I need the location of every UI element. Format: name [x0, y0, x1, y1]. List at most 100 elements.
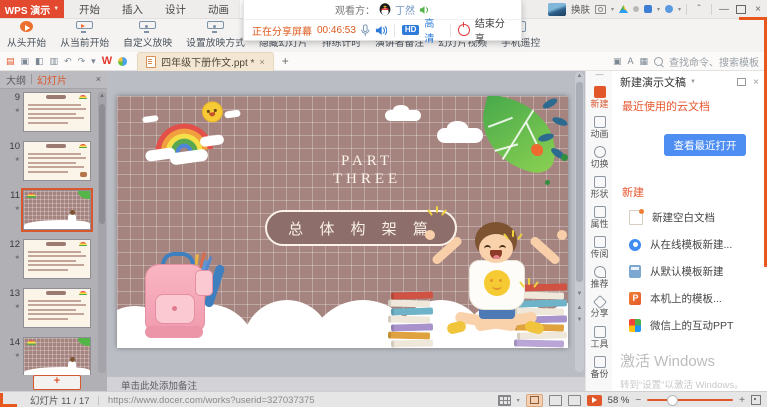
sidebar-item[interactable]: 推荐	[586, 262, 613, 292]
next-slide-icon[interactable]: ▼	[575, 316, 584, 324]
menu-icon[interactable]: ▤	[6, 57, 15, 66]
end-share-button[interactable]: 结束分享	[475, 15, 513, 45]
tab-slides[interactable]: 幻灯片	[37, 72, 67, 87]
watermark-line-1: 激活 Windows	[620, 350, 744, 371]
list-icon[interactable]: ▦	[639, 57, 648, 66]
tab-outline[interactable]: 大纲	[6, 72, 26, 87]
chevron-down-icon[interactable]: ▾	[91, 57, 96, 66]
close-icon[interactable]: ×	[753, 77, 759, 88]
layout-icon[interactable]: ▣	[613, 57, 622, 66]
new-option-item[interactable]: 从默认模板新建	[612, 258, 767, 285]
new-option-item[interactable]: 本机上的模板...	[612, 285, 767, 312]
output-icon[interactable]: ◧	[35, 57, 44, 66]
slide-thumbnail[interactable]	[23, 190, 91, 230]
hd-quality-label[interactable]: 高清	[424, 15, 443, 45]
collapse-ribbon-icon[interactable]: ˆ	[692, 4, 706, 15]
sidebar-item[interactable]: 新建	[586, 82, 613, 112]
menu-tab[interactable]: 插入	[111, 0, 154, 18]
collapse-handle[interactable]: —	[586, 70, 613, 82]
font-icon[interactable]: A	[627, 57, 633, 66]
zoom-slider[interactable]	[647, 399, 733, 401]
wps-w-icon[interactable]: W	[102, 55, 112, 67]
expand-icon[interactable]	[737, 78, 746, 86]
redo-icon[interactable]: ↷	[78, 57, 86, 66]
chevron-down-icon[interactable]: ▾	[678, 6, 681, 13]
canvas-scrollbar[interactable]: ▲ ▼ ▲ ▼	[575, 72, 584, 372]
grid-view-icon[interactable]	[498, 395, 511, 406]
sidebar-item[interactable]: 传阅	[586, 232, 613, 262]
sidebar-item[interactable]: 形状	[586, 172, 613, 202]
plugin-circle-icon[interactable]	[665, 5, 673, 13]
notes-strip[interactable]: 单击此处添加备注	[107, 376, 585, 392]
slide-thumbnail[interactable]	[23, 337, 91, 375]
sidebar-item[interactable]: 切换	[586, 142, 613, 172]
save-icon[interactable]: ▣	[21, 57, 30, 66]
slide-sorter-icon[interactable]	[549, 395, 562, 406]
new-option-item[interactable]: 从在线模板新建...	[612, 231, 767, 258]
print-icon[interactable]: ▥	[50, 57, 59, 66]
scroll-up-icon[interactable]: ▲	[575, 72, 584, 80]
sidebar-item[interactable]: 分享	[586, 292, 613, 322]
app-logo[interactable]: WPS 演示 ▼	[0, 0, 64, 18]
menu-tab[interactable]: 设计	[154, 0, 197, 18]
user-avatar[interactable]	[548, 3, 566, 16]
previous-slide-icon[interactable]: ▲	[575, 304, 584, 312]
skin-button-label[interactable]: 换肤	[571, 2, 590, 16]
zoom-in-button[interactable]: +	[739, 395, 745, 406]
plugin-dot-icon[interactable]	[633, 6, 639, 12]
zoom-slider-knob[interactable]	[667, 395, 678, 406]
current-slide[interactable]: PART THREE 总 体 构 架 篇	[117, 96, 568, 348]
slide-part-heading[interactable]: PART THREE	[307, 152, 427, 188]
scrollbar-thumb[interactable]	[576, 82, 583, 282]
close-icon[interactable]: ×	[96, 74, 101, 84]
close-tab-icon[interactable]: ×	[259, 57, 264, 67]
fit-to-window-icon[interactable]	[751, 395, 761, 405]
drive-icon[interactable]	[619, 5, 628, 13]
sidebar-item[interactable]: 备份	[586, 352, 613, 382]
scroll-up-icon[interactable]: ▲	[98, 93, 106, 99]
menu-tab[interactable]: 动画	[197, 0, 240, 18]
undo-icon[interactable]: ↶	[64, 57, 72, 66]
slides-panel-scrollbar[interactable]: ▲	[98, 92, 106, 373]
new-option-item[interactable]: 新建空白文档	[612, 204, 767, 231]
new-tab-button[interactable]: +	[282, 54, 289, 68]
ribbon-button[interactable]: 从当前开始	[53, 18, 116, 52]
restore-button[interactable]	[736, 5, 746, 14]
web-icon[interactable]	[118, 57, 127, 66]
slide-thumbnail[interactable]	[23, 239, 91, 279]
hd-badge[interactable]: HD	[402, 25, 420, 35]
camera-icon[interactable]	[595, 5, 606, 14]
sidebar-item[interactable]: 工具	[586, 322, 613, 352]
reading-view-icon[interactable]	[568, 395, 581, 406]
sidebar-item[interactable]: 属性	[586, 202, 613, 232]
new-option-item[interactable]: 微信上的互动PPT	[612, 312, 767, 339]
slide-number: 12	[9, 239, 20, 250]
speaker-icon[interactable]	[375, 25, 387, 36]
menu-tab[interactable]: 开始	[68, 0, 111, 18]
scrollbar-thumb[interactable]	[99, 104, 105, 224]
plugin-square-icon[interactable]	[644, 5, 652, 13]
chevron-down-icon[interactable]: ▾	[657, 6, 660, 13]
close-button[interactable]: ×	[751, 4, 765, 15]
ribbon-button[interactable]: 自定义放映	[116, 18, 179, 52]
slideshow-play-button[interactable]	[587, 395, 602, 406]
zoom-out-button[interactable]: −	[635, 395, 641, 406]
normal-view-button[interactable]	[526, 394, 543, 407]
ribbon-button[interactable]: 从头开始	[0, 18, 53, 52]
slide-thumbnail[interactable]	[23, 288, 91, 328]
power-icon[interactable]	[458, 24, 470, 36]
document-tab[interactable]: 四年级下册作文.ppt * ×	[137, 52, 274, 71]
view-recent-button[interactable]: 查看最近打开	[664, 134, 746, 156]
slide-thumbnail[interactable]	[23, 92, 91, 132]
microphone-icon[interactable]	[361, 24, 370, 37]
chevron-down-icon[interactable]: ▾	[517, 397, 520, 404]
minimize-button[interactable]: —	[717, 4, 731, 15]
chevron-down-icon[interactable]: ▾	[611, 6, 614, 13]
ribbon-button[interactable]: 设置放映方式	[179, 18, 252, 52]
slide-thumbnail[interactable]	[23, 141, 91, 181]
chevron-down-icon[interactable]: ▼	[690, 79, 696, 85]
sidebar-item[interactable]: 动画	[586, 112, 613, 142]
add-slide-button[interactable]: +	[33, 375, 81, 390]
command-search[interactable]: ▣ A ▦ 查找命令、搜索模板	[613, 52, 759, 70]
scroll-down-icon[interactable]: ▼	[575, 290, 584, 298]
